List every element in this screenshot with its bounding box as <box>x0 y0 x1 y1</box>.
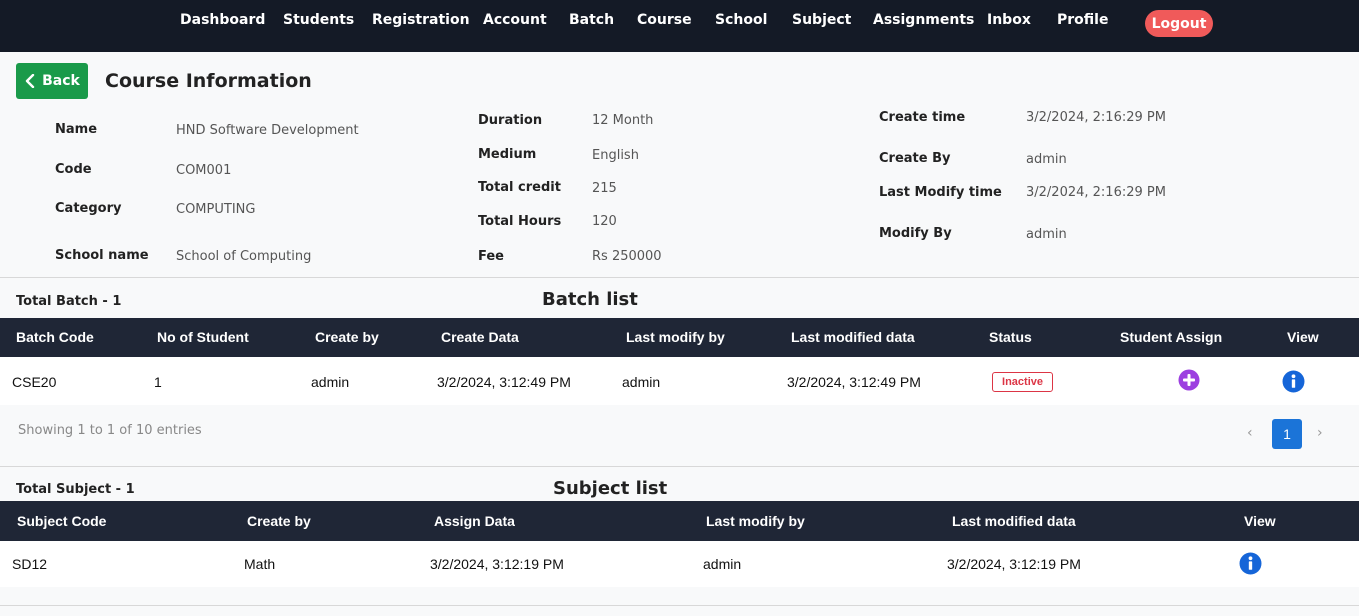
batch-table-header: Batch Code No of Student Create by Creat… <box>0 318 1359 357</box>
nav-profile[interactable]: Profile <box>1057 12 1108 28</box>
modify-by-value: admin <box>1026 227 1067 242</box>
last-modify-by-cell: admin <box>703 556 742 572</box>
nav-course[interactable]: Course <box>637 12 692 28</box>
divider <box>0 605 1359 606</box>
col-no-of-student: No of Student <box>157 329 249 345</box>
divider <box>0 466 1359 467</box>
assign-data-cell: 3/2/2024, 3:12:19 PM <box>430 556 564 572</box>
status-badge: Inactive <box>992 372 1053 392</box>
nav-batch[interactable]: Batch <box>569 12 614 28</box>
back-button[interactable]: Back <box>16 63 88 99</box>
chevron-left-icon <box>25 74 35 88</box>
divider <box>0 277 1359 278</box>
col-student-assign: Student Assign <box>1120 329 1223 345</box>
nav-inbox[interactable]: Inbox <box>987 12 1031 28</box>
nav-dashboard[interactable]: Dashboard <box>180 12 265 28</box>
create-time-value: 3/2/2024, 2:16:29 PM <box>1026 110 1166 125</box>
plus-circle-icon[interactable] <box>1178 369 1200 391</box>
subject-table-header: Subject Code Create by Assign Data Last … <box>0 501 1359 541</box>
nav-account[interactable]: Account <box>483 12 547 28</box>
duration-label: Duration <box>478 113 543 128</box>
last-modify-time-value: 3/2/2024, 2:16:29 PM <box>1026 185 1166 200</box>
last-modified-data-cell: 3/2/2024, 3:12:49 PM <box>787 374 921 390</box>
table-row <box>0 357 1359 405</box>
col-create-by: Create by <box>247 513 311 529</box>
nav-registration[interactable]: Registration <box>372 12 470 28</box>
pagination-next[interactable]: › <box>1317 425 1323 441</box>
category-label: Category <box>55 201 122 216</box>
total-subject-count: Total Subject - 1 <box>16 482 135 497</box>
logout-button[interactable]: Logout <box>1145 10 1213 37</box>
school-name-label: School name <box>55 248 149 263</box>
col-subject-code: Subject Code <box>17 513 107 529</box>
category-value: COMPUTING <box>176 202 256 217</box>
create-time-label: Create time <box>879 110 966 125</box>
nav-subject[interactable]: Subject <box>792 12 851 28</box>
table-row <box>0 541 1359 587</box>
create-by-value: admin <box>1026 152 1067 167</box>
nav-students[interactable]: Students <box>283 12 354 28</box>
no-of-student-cell: 1 <box>154 374 162 390</box>
pagination-prev[interactable]: ‹ <box>1247 425 1253 441</box>
last-modified-data-cell: 3/2/2024, 3:12:19 PM <box>947 556 1081 572</box>
total-credit-value: 215 <box>592 181 617 196</box>
nav-assignments[interactable]: Assignments <box>873 12 974 28</box>
top-navbar: Dashboard Students Registration Account … <box>0 0 1359 52</box>
name-label: Name <box>55 122 98 137</box>
create-by-cell: Math <box>244 556 276 572</box>
fee-value: Rs 250000 <box>592 249 662 264</box>
col-view: View <box>1244 513 1276 529</box>
pagination-page-1[interactable]: 1 <box>1272 419 1302 449</box>
col-last-modified-data: Last modified data <box>791 329 915 345</box>
total-batch-count: Total Batch - 1 <box>16 294 122 309</box>
modify-by-label: Modify By <box>879 226 952 241</box>
col-last-modified-data: Last modified data <box>952 513 1076 529</box>
subject-code-cell: SD12 <box>12 556 48 572</box>
nav-school[interactable]: School <box>715 12 767 28</box>
col-assign-data: Assign Data <box>434 513 515 529</box>
medium-value: English <box>592 148 639 163</box>
subject-list-title: Subject list <box>553 478 668 499</box>
col-status: Status <box>989 329 1032 345</box>
pagination-info: Showing 1 to 1 of 10 entries <box>18 423 202 438</box>
col-create-by: Create by <box>315 329 379 345</box>
col-view: View <box>1287 329 1319 345</box>
total-hours-label: Total Hours <box>478 214 562 229</box>
info-circle-icon[interactable] <box>1282 370 1305 393</box>
medium-label: Medium <box>478 147 537 162</box>
col-last-modify-by: Last modify by <box>706 513 805 529</box>
info-circle-icon[interactable] <box>1239 552 1262 575</box>
code-label: Code <box>55 162 92 177</box>
col-create-data: Create Data <box>441 329 519 345</box>
col-last-modify-by: Last modify by <box>626 329 725 345</box>
create-by-cell: admin <box>311 374 350 390</box>
create-data-cell: 3/2/2024, 3:12:49 PM <box>437 374 571 390</box>
last-modify-by-cell: admin <box>622 374 661 390</box>
school-name-value: School of Computing <box>176 249 312 264</box>
total-hours-value: 120 <box>592 214 617 229</box>
last-modify-time-label: Last Modify time <box>879 185 1002 200</box>
batch-code-cell: CSE20 <box>12 374 57 390</box>
col-batch-code: Batch Code <box>16 329 94 345</box>
fee-label: Fee <box>478 249 504 264</box>
page-title: Course Information <box>105 70 312 92</box>
code-value: COM001 <box>176 163 232 178</box>
duration-value: 12 Month <box>592 113 654 128</box>
total-credit-label: Total credit <box>478 180 561 195</box>
back-button-label: Back <box>42 73 80 89</box>
create-by-label: Create By <box>879 151 951 166</box>
batch-list-title: Batch list <box>542 289 638 310</box>
name-value: HND Software Development <box>176 123 359 138</box>
